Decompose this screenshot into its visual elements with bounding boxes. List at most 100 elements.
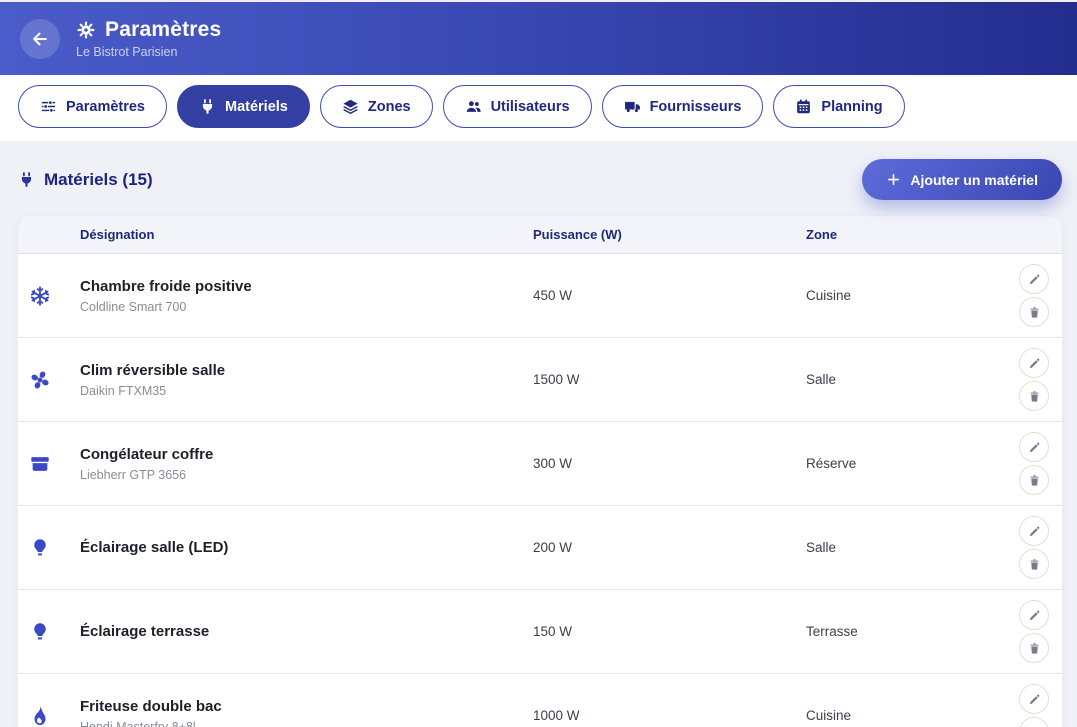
delete-button[interactable] bbox=[1019, 717, 1049, 727]
row-actions bbox=[1006, 264, 1062, 327]
cell-designation: Éclairage terrasse bbox=[80, 623, 533, 640]
box-icon bbox=[18, 453, 80, 475]
section-head: Matériels (15) Ajouter un matériel bbox=[18, 159, 1062, 200]
delete-button[interactable] bbox=[1019, 633, 1049, 663]
layers-icon bbox=[342, 98, 359, 115]
delete-button[interactable] bbox=[1019, 381, 1049, 411]
sliders-icon bbox=[40, 98, 57, 115]
trash-icon bbox=[1028, 558, 1041, 571]
pencil-icon bbox=[1028, 609, 1041, 622]
edit-button[interactable] bbox=[1019, 348, 1049, 378]
plug-icon bbox=[18, 171, 35, 188]
table-row: Éclairage salle (LED) 200 W Salle bbox=[18, 506, 1062, 590]
back-button[interactable] bbox=[20, 19, 60, 59]
cell-designation: Congélateur coffre Liebherr GTP 3656 bbox=[80, 446, 533, 482]
cell-designation: Éclairage salle (LED) bbox=[80, 539, 533, 556]
edit-button[interactable] bbox=[1019, 264, 1049, 294]
edit-button[interactable] bbox=[1019, 432, 1049, 462]
equipment-name: Chambre froide positive bbox=[80, 278, 533, 295]
tab-parametres[interactable]: Paramètres bbox=[18, 85, 167, 128]
column-header-zone: Zone bbox=[806, 227, 1006, 242]
section-title: Matériels (15) bbox=[18, 170, 153, 190]
tab-label: Planning bbox=[821, 99, 882, 115]
cell-designation: Clim réversible salle Daikin FTXM35 bbox=[80, 362, 533, 398]
equipment-zone: Cuisine bbox=[806, 708, 1006, 723]
equipment-name: Friteuse double bac bbox=[80, 698, 533, 715]
tab-label: Paramètres bbox=[66, 99, 145, 115]
flame-icon bbox=[18, 705, 80, 727]
column-header-designation: Désignation bbox=[80, 227, 533, 242]
cell-designation: Chambre froide positive Coldline Smart 7… bbox=[80, 278, 533, 314]
tab-planning[interactable]: Planning bbox=[773, 85, 904, 128]
equipment-model: Coldline Smart 700 bbox=[80, 300, 533, 314]
equipment-power: 1500 W bbox=[533, 372, 806, 387]
table-row: Friteuse double bac Hendi Masterfry 8+8l… bbox=[18, 674, 1062, 727]
equipment-power: 150 W bbox=[533, 624, 806, 639]
table-header-row: Désignation Puissance (W) Zone bbox=[18, 216, 1062, 254]
equipment-zone: Salle bbox=[806, 372, 1006, 387]
equipment-table: Désignation Puissance (W) Zone Chambre f… bbox=[18, 216, 1062, 727]
trash-icon bbox=[1028, 390, 1041, 403]
table-row: Congélateur coffre Liebherr GTP 3656 300… bbox=[18, 422, 1062, 506]
section-title-label: Matériels (15) bbox=[44, 170, 153, 190]
trash-icon bbox=[1028, 642, 1041, 655]
table-row: Éclairage terrasse 150 W Terrasse bbox=[18, 590, 1062, 674]
delete-button[interactable] bbox=[1019, 465, 1049, 495]
row-actions bbox=[1006, 516, 1062, 579]
equipment-zone: Salle bbox=[806, 540, 1006, 555]
trash-icon bbox=[1028, 474, 1041, 487]
cell-designation: Friteuse double bac Hendi Masterfry 8+8l bbox=[80, 698, 533, 727]
gear-icon bbox=[76, 20, 96, 40]
plus-icon bbox=[886, 172, 901, 187]
add-equipment-button[interactable]: Ajouter un matériel bbox=[862, 159, 1062, 200]
row-actions bbox=[1006, 348, 1062, 411]
fan-icon bbox=[18, 369, 80, 391]
lightbulb-icon bbox=[18, 621, 80, 643]
users-icon bbox=[465, 98, 482, 115]
pencil-icon bbox=[1028, 357, 1041, 370]
equipment-name: Éclairage salle (LED) bbox=[80, 539, 533, 556]
tab-materiels[interactable]: Matériels bbox=[177, 85, 310, 128]
pencil-icon bbox=[1028, 273, 1041, 286]
tab-fournisseurs[interactable]: Fournisseurs bbox=[602, 85, 764, 128]
row-actions bbox=[1006, 432, 1062, 495]
arrow-left-icon bbox=[30, 29, 50, 49]
tab-label: Matériels bbox=[225, 99, 288, 115]
app-header: Paramètres Le Bistrot Parisien bbox=[0, 2, 1077, 75]
edit-button[interactable] bbox=[1019, 600, 1049, 630]
edit-button[interactable] bbox=[1019, 516, 1049, 546]
tab-label: Fournisseurs bbox=[650, 99, 742, 115]
pencil-icon bbox=[1028, 441, 1041, 454]
row-actions bbox=[1006, 684, 1062, 727]
equipment-power: 200 W bbox=[533, 540, 806, 555]
header-text: Paramètres Le Bistrot Parisien bbox=[76, 18, 221, 59]
main-content: Matériels (15) Ajouter un matériel Désig… bbox=[0, 159, 1077, 727]
equipment-model: Hendi Masterfry 8+8l bbox=[80, 720, 533, 727]
delete-button[interactable] bbox=[1019, 549, 1049, 579]
equipment-rows: Chambre froide positive Coldline Smart 7… bbox=[18, 254, 1062, 727]
equipment-model: Daikin FTXM35 bbox=[80, 384, 533, 398]
tab-zones[interactable]: Zones bbox=[320, 85, 433, 128]
tab-utilisateurs[interactable]: Utilisateurs bbox=[443, 85, 592, 128]
snowflake-icon bbox=[18, 285, 80, 307]
equipment-power: 1000 W bbox=[533, 708, 806, 723]
delete-button[interactable] bbox=[1019, 297, 1049, 327]
table-row: Clim réversible salle Daikin FTXM35 1500… bbox=[18, 338, 1062, 422]
page-title: Paramètres bbox=[105, 18, 221, 42]
equipment-power: 300 W bbox=[533, 456, 806, 471]
column-header-power: Puissance (W) bbox=[533, 227, 806, 242]
tab-bar: Paramètres Matériels Zones Utilisateurs … bbox=[0, 75, 1077, 141]
tab-label: Utilisateurs bbox=[491, 99, 570, 115]
equipment-zone: Terrasse bbox=[806, 624, 1006, 639]
restaurant-name: Le Bistrot Parisien bbox=[76, 45, 221, 59]
truck-icon bbox=[624, 98, 641, 115]
add-equipment-label: Ajouter un matériel bbox=[910, 172, 1038, 188]
pencil-icon bbox=[1028, 525, 1041, 538]
edit-button[interactable] bbox=[1019, 684, 1049, 714]
trash-icon bbox=[1028, 306, 1041, 319]
equipment-name: Clim réversible salle bbox=[80, 362, 533, 379]
equipment-power: 450 W bbox=[533, 288, 806, 303]
plug-icon bbox=[199, 98, 216, 115]
row-actions bbox=[1006, 600, 1062, 663]
equipment-name: Congélateur coffre bbox=[80, 446, 533, 463]
